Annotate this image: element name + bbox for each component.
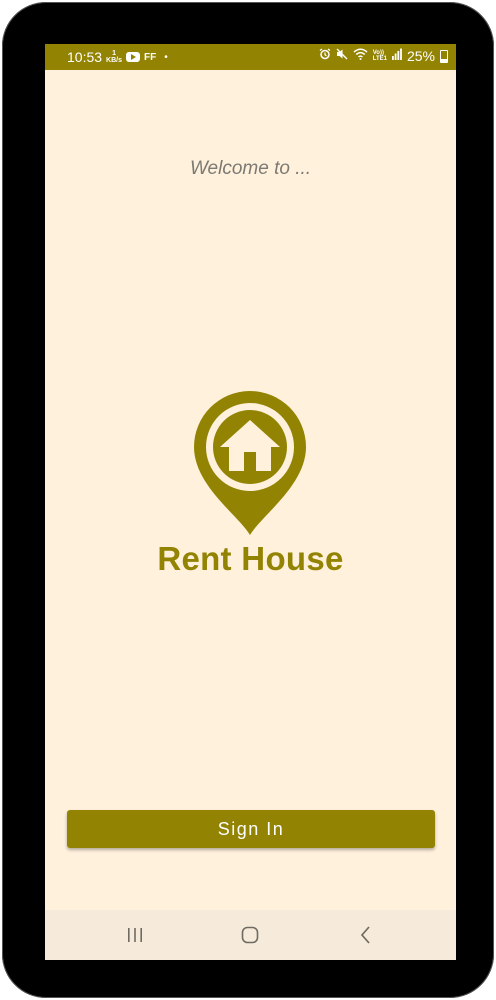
network-speed-value: 1 — [112, 50, 116, 57]
mute-icon — [336, 48, 348, 64]
notification-dot-icon: • — [164, 51, 168, 63]
app-title: Rent House — [157, 540, 344, 577]
home-button[interactable] — [235, 922, 265, 948]
back-button[interactable] — [351, 922, 381, 948]
status-bar-left: 10:53 1 KB/s FF • — [67, 49, 168, 65]
back-icon — [360, 926, 370, 944]
status-bar: 10:53 1 KB/s FF • Vo)) LTE1 25% — [45, 44, 456, 70]
home-icon — [241, 926, 259, 944]
volte-lte-indicator: Vo)) LTE1 — [373, 50, 387, 62]
signal-icon — [391, 48, 402, 64]
battery-icon — [440, 49, 448, 63]
phone-frame: 10:53 1 KB/s FF • Vo)) LTE1 25% Welcome … — [2, 2, 494, 998]
lte-label: LTE1 — [372, 56, 387, 62]
network-speed-unit: KB/s — [106, 57, 122, 64]
location-house-icon — [194, 391, 306, 535]
wifi-icon — [353, 48, 368, 64]
navigation-bar — [45, 910, 456, 960]
app-logo — [192, 389, 308, 537]
status-time: 10:53 — [67, 49, 103, 65]
ff-icon: FF — [144, 51, 157, 63]
recents-icon — [128, 928, 142, 942]
alarm-icon — [319, 48, 331, 64]
battery-percent: 25% — [406, 48, 435, 64]
recents-button[interactable] — [120, 922, 150, 948]
status-bar-right: Vo)) LTE1 25% — [319, 48, 448, 64]
network-speed: 1 KB/s — [106, 50, 122, 64]
welcome-text: Welcome to ... — [189, 158, 312, 179]
app-screen: 10:53 1 KB/s FF • Vo)) LTE1 25% Welcome … — [45, 44, 456, 960]
youtube-icon — [126, 52, 140, 62]
sign-in-button[interactable]: Sign In — [67, 810, 435, 848]
